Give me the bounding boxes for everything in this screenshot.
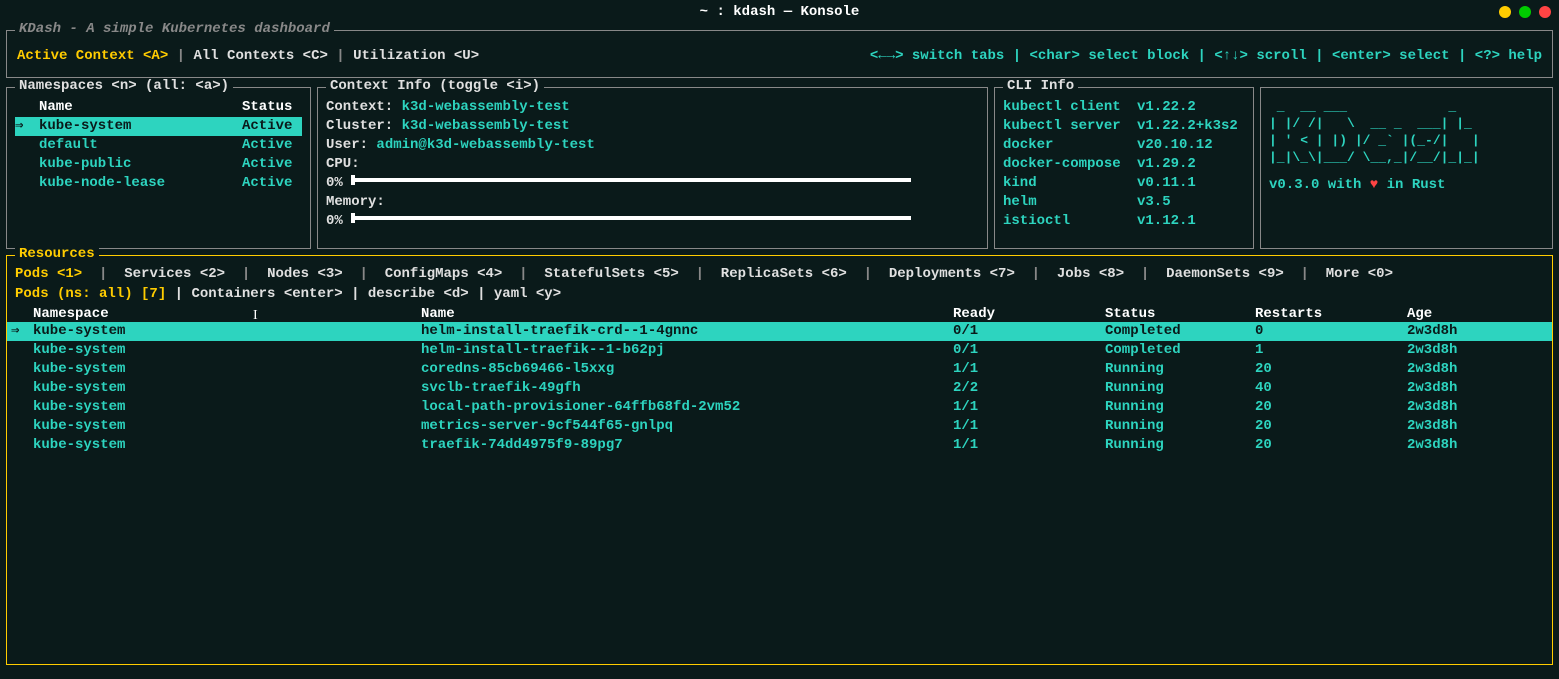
resource-tab[interactable]: Deployments <7> xyxy=(889,266,1015,282)
cluster-label: Cluster: xyxy=(326,118,393,134)
tab-separator: | xyxy=(1124,266,1166,282)
tab-separator: | xyxy=(168,48,193,64)
version-pre: v0.3.0 with xyxy=(1269,177,1370,193)
user-value: admin@k3d-webassembly-test xyxy=(376,137,594,153)
th-status: Status xyxy=(1105,306,1255,322)
memory-label: Memory: xyxy=(326,193,979,212)
th-name: Name xyxy=(421,306,953,322)
context-value: k3d-webassembly-test xyxy=(402,99,570,115)
app-title: KDash - A simple Kubernetes dashboard xyxy=(15,21,334,37)
th-restarts: Restarts xyxy=(1255,306,1407,322)
namespace-row[interactable]: kube-node-leaseActive xyxy=(15,174,302,193)
context-panel: Context Info (toggle <i>) Context: k3d-w… xyxy=(317,87,988,249)
resource-tab[interactable]: StatefulSets <5> xyxy=(544,266,678,282)
cli-row: helmv3.5 xyxy=(1003,193,1245,212)
tab-separator: | xyxy=(847,266,889,282)
ascii-logo: _ __ ___ _ | |/ /| \ __ _ ___| |_ | ' < … xyxy=(1269,98,1544,166)
th-age: Age xyxy=(1407,306,1527,322)
version-post: in Rust xyxy=(1378,177,1445,193)
pod-row[interactable]: kube-systemtraefik-74dd4975f9-89pg71/1Ru… xyxy=(7,436,1552,455)
close-button[interactable] xyxy=(1539,6,1551,18)
pods-table-header: Namespace Name Ready Status Restarts Age xyxy=(7,306,1552,322)
tab-separator: | xyxy=(502,266,544,282)
tab-separator: | xyxy=(343,266,385,282)
cli-row: kubectl serverv1.22.2+k3s2 xyxy=(1003,117,1245,136)
context-label: Context: xyxy=(326,99,393,115)
resource-tab[interactable]: ReplicaSets <6> xyxy=(721,266,847,282)
logo-panel: _ __ ___ _ | |/ /| \ __ _ ___| |_ | ' < … xyxy=(1260,87,1553,249)
header-box: KDash - A simple Kubernetes dashboard Ac… xyxy=(6,30,1553,78)
namespaces-title: Namespaces <n> (all: <a>) xyxy=(15,78,233,94)
pod-row[interactable]: kube-systemhelm-install-traefik--1-b62pj… xyxy=(7,341,1552,360)
cpu-label: CPU: xyxy=(326,155,979,174)
header-tab[interactable]: All Contexts <C> xyxy=(193,48,327,64)
cli-row: docker-composev1.29.2 xyxy=(1003,155,1245,174)
resource-tab[interactable]: Services <2> xyxy=(124,266,225,282)
resource-tab[interactable]: Nodes <3> xyxy=(267,266,343,282)
user-label: User: xyxy=(326,137,368,153)
window-controls xyxy=(1499,6,1551,18)
header-tabs: Active Context <A> | All Contexts <C> | … xyxy=(17,48,479,64)
resource-tab[interactable]: Pods <1> xyxy=(15,266,82,282)
resource-tab[interactable]: DaemonSets <9> xyxy=(1166,266,1284,282)
cli-title: CLI Info xyxy=(1003,78,1078,94)
resource-tab[interactable]: ConfigMaps <4> xyxy=(385,266,503,282)
header-tab[interactable]: Active Context <A> xyxy=(17,48,168,64)
tab-separator: | xyxy=(1284,266,1326,282)
header-tab[interactable]: Utilization <U> xyxy=(353,48,479,64)
memory-bar xyxy=(351,216,911,220)
tab-separator: | xyxy=(82,266,124,282)
th-namespace: Namespace xyxy=(33,306,421,322)
pods-actions: | Containers <enter> | describe <d> | ya… xyxy=(166,286,561,302)
heart-icon: ♥ xyxy=(1370,177,1378,193)
pod-row[interactable]: ⇒kube-systemhelm-install-traefik-crd--1-… xyxy=(7,322,1552,341)
tab-separator: | xyxy=(225,266,267,282)
cpu-bar xyxy=(351,178,911,182)
pod-row[interactable]: kube-systemmetrics-server-9cf544f65-gnlp… xyxy=(7,417,1552,436)
tab-separator: | xyxy=(328,48,353,64)
header-hints: <←→> switch tabs | <char> select block |… xyxy=(870,48,1542,64)
resource-tabs: Pods <1> | Services <2> | Nodes <3> | Co… xyxy=(7,256,1552,282)
th-ready: Ready xyxy=(953,306,1105,322)
context-title: Context Info (toggle <i>) xyxy=(326,78,544,94)
resource-tab[interactable]: Jobs <8> xyxy=(1057,266,1124,282)
pod-row[interactable]: kube-systemcoredns-85cb69466-l5xxg1/1Run… xyxy=(7,360,1552,379)
window-title: ~ : kdash — Konsole xyxy=(700,4,860,20)
ns-th-name: Name xyxy=(35,98,242,117)
minimize-button[interactable] xyxy=(1499,6,1511,18)
resource-tab[interactable]: More <0> xyxy=(1326,266,1393,282)
cpu-value: 0% xyxy=(326,175,343,191)
namespaces-panel: Namespaces <n> (all: <a>) NameStatus⇒kub… xyxy=(6,87,311,249)
cluster-value: k3d-webassembly-test xyxy=(402,118,570,134)
cli-panel: CLI Info kubectl clientv1.22.2kubectl se… xyxy=(994,87,1254,249)
namespace-row[interactable]: kube-publicActive xyxy=(15,155,302,174)
memory-value: 0% xyxy=(326,213,343,229)
pod-row[interactable]: kube-systemlocal-path-provisioner-64ffb6… xyxy=(7,398,1552,417)
pod-row[interactable]: kube-systemsvclb-traefik-49gfh2/2Running… xyxy=(7,379,1552,398)
cli-row: kubectl clientv1.22.2 xyxy=(1003,98,1245,117)
tab-separator: | xyxy=(1015,266,1057,282)
pods-filter: Pods (ns: all) [7] xyxy=(15,286,166,302)
resources-title: Resources xyxy=(15,246,99,262)
cli-row: istioctlv1.12.1 xyxy=(1003,212,1245,231)
resources-panel: Resources Pods <1> | Services <2> | Node… xyxy=(6,255,1553,665)
ns-th-status: Status xyxy=(242,98,302,117)
tab-separator: | xyxy=(679,266,721,282)
cli-row: kindv0.11.1 xyxy=(1003,174,1245,193)
maximize-button[interactable] xyxy=(1519,6,1531,18)
namespace-row[interactable]: ⇒kube-systemActive xyxy=(15,117,302,136)
cli-row: dockerv20.10.12 xyxy=(1003,136,1245,155)
namespace-row[interactable]: defaultActive xyxy=(15,136,302,155)
